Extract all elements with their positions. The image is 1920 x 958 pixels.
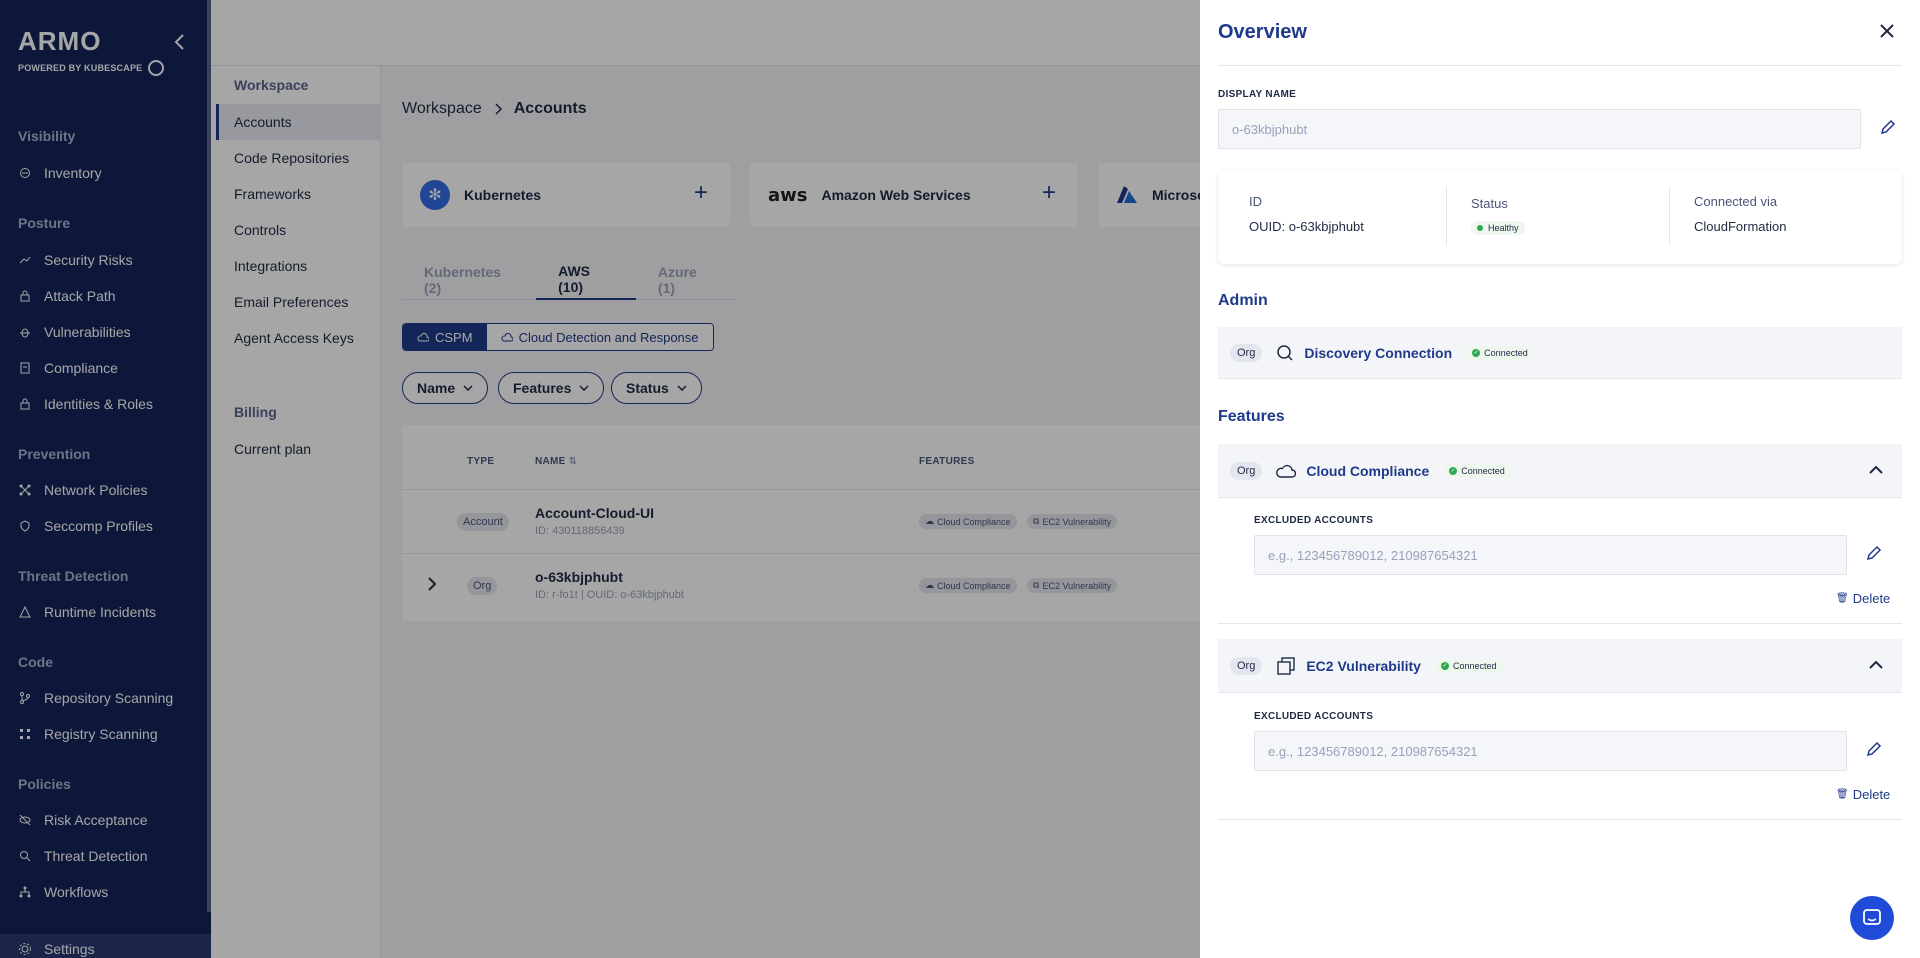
- admin-name: Discovery Connection: [1304, 344, 1453, 361]
- connected-via-value: CloudFormation: [1694, 219, 1787, 234]
- connected-badge: ✓ Connected: [1434, 658, 1503, 673]
- divider: [1218, 819, 1902, 820]
- overview-drawer: Overview DISPLAY NAME o-63kbjphubt ID OU…: [1200, 0, 1920, 958]
- id-value: OUID: o-63kbjphubt: [1249, 219, 1364, 234]
- trash-icon: 🗑: [1836, 789, 1849, 800]
- status-value: Healthy: [1488, 223, 1519, 233]
- scope-badge: Org: [1230, 656, 1263, 675]
- excluded-accounts-input[interactable]: e.g., 123456789012, 210987654321: [1254, 731, 1847, 771]
- excluded-accounts-label: EXCLUDED ACCOUNTS: [1254, 515, 1374, 526]
- divider: [1446, 186, 1447, 246]
- status-dot: [1477, 225, 1483, 231]
- check-icon: ✓: [1440, 661, 1449, 670]
- feature-name: Cloud Compliance: [1306, 462, 1430, 479]
- check-icon: ✓: [1449, 466, 1458, 475]
- chevron-up-icon[interactable]: [1868, 462, 1884, 478]
- status-label: Status: [1471, 196, 1508, 211]
- connected-via-label: Connected via: [1694, 194, 1778, 209]
- feature-cloud-compliance[interactable]: Org Cloud Compliance ✓ Connected: [1218, 444, 1902, 498]
- id-label: ID: [1249, 194, 1262, 209]
- edit-icon[interactable]: [1880, 119, 1896, 135]
- edit-icon[interactable]: [1866, 741, 1882, 757]
- excluded-accounts-label: EXCLUDED ACCOUNTS: [1254, 711, 1374, 722]
- display-name-label: DISPLAY NAME: [1218, 89, 1297, 100]
- chat-button[interactable]: [1850, 896, 1894, 940]
- status-badge: Healthy: [1471, 221, 1525, 235]
- chat-icon: [1863, 909, 1881, 925]
- delete-label: Delete: [1852, 787, 1891, 802]
- connected-label: Connected: [1461, 465, 1505, 476]
- trash-icon: 🗑: [1836, 593, 1849, 604]
- drawer-title: Overview: [1218, 21, 1307, 43]
- features-title: Features: [1218, 408, 1285, 425]
- info-id: ID OUID: o-63kbjphubt: [1249, 194, 1364, 234]
- connected-badge: ✓ Connected: [1443, 463, 1511, 478]
- copy-icon: [1277, 656, 1296, 675]
- delete-label: Delete: [1852, 591, 1891, 606]
- chevron-up-icon[interactable]: [1868, 657, 1884, 673]
- scope-badge: Org: [1230, 461, 1263, 480]
- connected-label: Connected: [1484, 347, 1528, 358]
- connected-badge: ✓ Connected: [1466, 345, 1534, 360]
- feature-name: EC2 Vulnerability: [1306, 657, 1421, 674]
- admin-title: Admin: [1218, 292, 1268, 309]
- info-connected-via: Connected via CloudFormation: [1694, 194, 1787, 234]
- delete-button[interactable]: 🗑 Delete: [1836, 591, 1890, 606]
- search-icon: [1277, 344, 1293, 361]
- divider: [1218, 623, 1902, 624]
- check-icon: ✓: [1472, 348, 1481, 357]
- account-info-card: ID OUID: o-63kbjphubt Status Healthy Con…: [1218, 170, 1902, 264]
- excluded-accounts-input[interactable]: e.g., 123456789012, 210987654321: [1254, 535, 1847, 575]
- scope-badge: Org: [1230, 343, 1263, 362]
- feature-ec2-vulnerability[interactable]: Org EC2 Vulnerability ✓ Connected: [1218, 639, 1902, 693]
- cloud-icon: [1276, 464, 1297, 478]
- modal-backdrop[interactable]: [0, 0, 1200, 958]
- divider: [1669, 186, 1670, 246]
- edit-icon[interactable]: [1866, 545, 1882, 561]
- delete-button[interactable]: 🗑 Delete: [1836, 787, 1890, 802]
- display-name-field[interactable]: o-63kbjphubt: [1218, 109, 1861, 149]
- divider: [1218, 65, 1902, 66]
- connected-label: Connected: [1452, 660, 1497, 671]
- close-icon[interactable]: [1878, 22, 1898, 42]
- admin-discovery-connection: Org Discovery Connection ✓ Connected: [1218, 327, 1902, 379]
- info-status: Status Healthy: [1471, 196, 1525, 235]
